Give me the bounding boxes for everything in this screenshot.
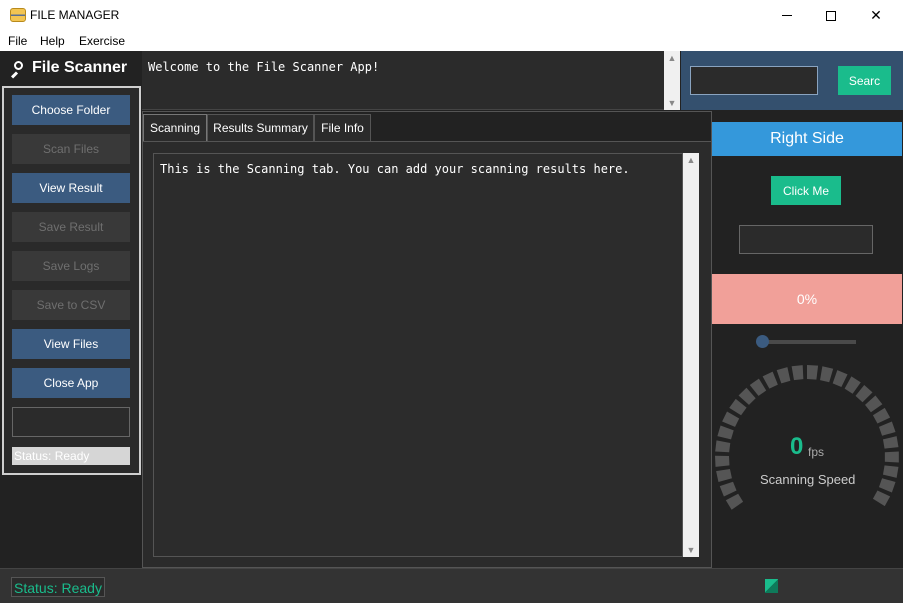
welcome-scrollbar[interactable]: ▲ ▼ bbox=[664, 51, 680, 110]
gauge-segment bbox=[738, 387, 756, 405]
search-input[interactable] bbox=[690, 66, 818, 95]
tab-file-info[interactable]: File Info bbox=[314, 114, 371, 141]
window-title: FILE MANAGER bbox=[30, 8, 120, 22]
search-icon bbox=[10, 60, 26, 79]
tab-results-summary[interactable]: Results Summary bbox=[207, 114, 314, 141]
click-me-button[interactable]: Click Me bbox=[771, 176, 841, 205]
left-status-label: Status: Ready bbox=[12, 447, 130, 465]
speed-slider-track[interactable] bbox=[760, 340, 856, 344]
gauge-segment bbox=[776, 367, 791, 384]
minimize-icon bbox=[782, 15, 792, 16]
view-files-button[interactable]: View Files bbox=[12, 329, 130, 359]
gauge-segment bbox=[717, 425, 734, 440]
scanning-scrollbar[interactable]: ▲ ▼ bbox=[683, 153, 699, 557]
scroll-up-icon[interactable]: ▲ bbox=[664, 51, 680, 65]
menu-help[interactable]: Help bbox=[40, 34, 65, 48]
search-button[interactable]: Searc bbox=[838, 66, 891, 95]
scroll-up-icon[interactable]: ▲ bbox=[683, 153, 699, 167]
gauge-segment bbox=[820, 366, 834, 383]
app-icon bbox=[10, 8, 26, 22]
save-to-csv-button[interactable]: Save to CSV bbox=[12, 290, 130, 320]
gauge-segment bbox=[855, 384, 873, 403]
minimize-button[interactable] bbox=[764, 0, 810, 31]
status-bar-text: Status: Ready bbox=[11, 577, 105, 597]
gauge-segment bbox=[844, 376, 861, 394]
gauge-label: Scanning Speed bbox=[760, 472, 856, 487]
close-icon: ✕ bbox=[870, 7, 882, 23]
scan-files-button[interactable]: Scan Files bbox=[12, 134, 130, 164]
gauge-segment bbox=[865, 395, 883, 413]
gauge-segment bbox=[729, 398, 747, 416]
close-app-button[interactable]: Close App bbox=[12, 368, 130, 398]
gauge-segment bbox=[749, 378, 767, 396]
gauge-segment bbox=[762, 371, 778, 389]
right-side-header: Right Side bbox=[712, 122, 902, 156]
tab-content: This is the Scanning tab. You can add yo… bbox=[143, 141, 711, 567]
menu-bar: File Help Exercise bbox=[0, 31, 903, 51]
gauge-segment bbox=[715, 455, 730, 467]
scanning-text: This is the Scanning tab. You can add yo… bbox=[160, 162, 630, 176]
right-entry-field[interactable] bbox=[739, 225, 873, 254]
gauge-segment bbox=[807, 365, 819, 380]
left-panel-header: File Scanner bbox=[10, 59, 128, 79]
gauge-segment bbox=[882, 436, 899, 449]
scroll-down-icon[interactable]: ▼ bbox=[683, 543, 699, 557]
gauge-segment bbox=[832, 370, 848, 387]
speed-slider-handle[interactable] bbox=[756, 335, 769, 348]
gauge-segment bbox=[791, 365, 804, 381]
menu-file[interactable]: File bbox=[8, 34, 27, 48]
gauge-segment bbox=[722, 411, 740, 427]
gauge-segment bbox=[882, 465, 899, 478]
tab-scanning[interactable]: Scanning bbox=[143, 114, 207, 141]
welcome-text-area[interactable]: Welcome to the File Scanner App! ▲ ▼ bbox=[142, 51, 680, 110]
gauge-segment bbox=[725, 493, 744, 510]
speed-gauge bbox=[715, 365, 899, 510]
main-area: File Scanner Choose Folder Scan Files Vi… bbox=[0, 51, 903, 603]
gauge-value: 0 bbox=[790, 433, 804, 460]
gauge-segment bbox=[878, 478, 896, 493]
gauge-ticks bbox=[715, 365, 899, 510]
gauge-segment bbox=[715, 440, 731, 453]
progress-indicator: 0% bbox=[712, 274, 902, 324]
gauge-segment bbox=[872, 407, 891, 424]
close-button[interactable]: ✕ bbox=[853, 0, 899, 31]
left-panel-title: File Scanner bbox=[32, 59, 128, 76]
maximize-icon bbox=[826, 10, 836, 21]
save-result-button[interactable]: Save Result bbox=[12, 212, 130, 242]
maximize-button[interactable] bbox=[808, 0, 854, 31]
save-logs-button[interactable]: Save Logs bbox=[12, 251, 130, 281]
left-panel: Choose Folder Scan Files View Result Sav… bbox=[2, 86, 141, 475]
choose-folder-button[interactable]: Choose Folder bbox=[12, 95, 130, 125]
search-area: Searc bbox=[681, 51, 903, 110]
gauge-unit: fps bbox=[808, 445, 825, 459]
status-bar: Status: Ready bbox=[0, 568, 903, 603]
scroll-down-icon[interactable]: ▼ bbox=[664, 96, 680, 110]
notebook: Scanning Results Summary File Info This … bbox=[142, 111, 712, 568]
gauge-segment bbox=[872, 490, 891, 507]
resize-grip-icon[interactable] bbox=[765, 579, 778, 593]
title-bar: FILE MANAGER ✕ bbox=[0, 0, 903, 31]
gauge-segment bbox=[719, 481, 737, 497]
gauge-segment bbox=[884, 451, 899, 463]
gauge-segment bbox=[716, 468, 732, 483]
scanning-text-area[interactable]: This is the Scanning tab. You can add yo… bbox=[153, 153, 683, 557]
left-entry-field[interactable] bbox=[12, 407, 130, 437]
gauge-segment bbox=[878, 421, 896, 436]
view-result-button[interactable]: View Result bbox=[12, 173, 130, 203]
welcome-text: Welcome to the File Scanner App! bbox=[148, 60, 380, 74]
menu-exercise[interactable]: Exercise bbox=[79, 34, 125, 48]
